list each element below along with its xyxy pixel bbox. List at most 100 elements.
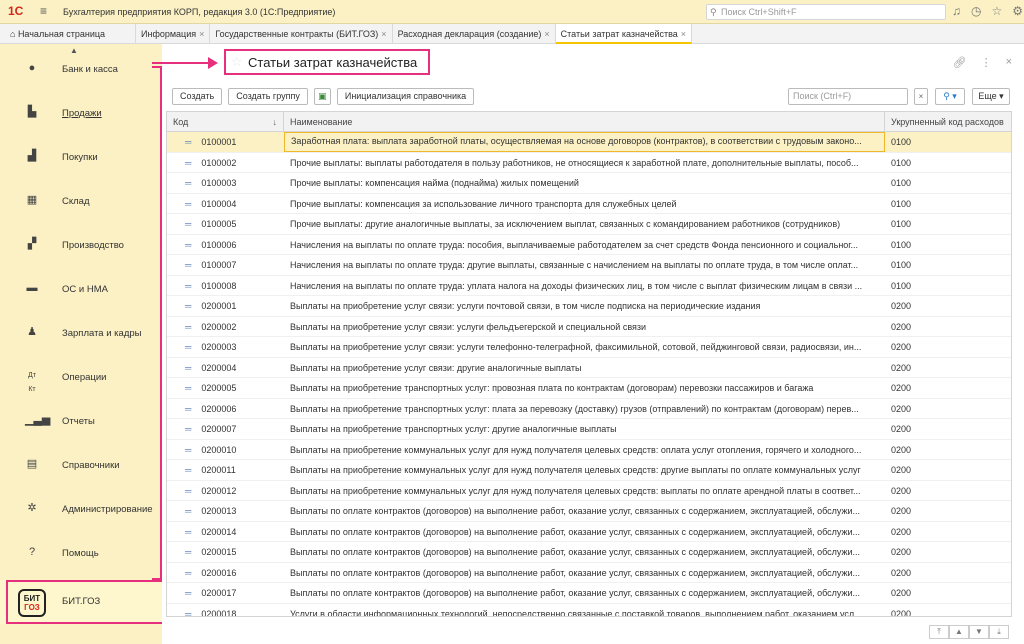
close-icon[interactable]: × bbox=[381, 29, 386, 39]
truck-icon: ▬ bbox=[26, 282, 38, 294]
sidebar-item-purchases[interactable]: ▟ Покупки bbox=[0, 136, 162, 180]
column-header-name[interactable]: Наименование bbox=[284, 112, 885, 131]
more-button[interactable]: Еще ▾ bbox=[972, 88, 1010, 105]
table-row[interactable]: ═ 0100004 Прочие выплаты: компенсация за и… bbox=[167, 194, 1011, 214]
table-row[interactable]: ═ 0200003 Выплаты на приобретение услуг св… bbox=[167, 337, 1011, 358]
more-vertical-icon[interactable]: ⋮ bbox=[981, 56, 992, 69]
app-title: Бухгалтерия предприятия КОРП, редакция 3… bbox=[63, 7, 336, 17]
cell-agg-code: 0200 bbox=[891, 547, 912, 557]
table-row[interactable]: ═ 0200014 Выплаты по оплате контрактов (до… bbox=[167, 522, 1011, 542]
cart-icon: ▟ bbox=[27, 150, 37, 162]
sidebar-item-warehouse[interactable]: ▦ Склад bbox=[0, 180, 162, 224]
tab-information[interactable]: Информация × bbox=[136, 24, 211, 44]
table-row[interactable]: ═ 0100006 Начисления на выплаты по оплате … bbox=[167, 235, 1011, 255]
code-value: 0100008 bbox=[201, 280, 237, 291]
bell-icon[interactable]: ♫ bbox=[952, 4, 961, 18]
create-button[interactable]: Создать bbox=[172, 88, 223, 105]
item-icon: ═ bbox=[185, 403, 192, 414]
close-icon[interactable]: × bbox=[1006, 56, 1012, 69]
cell-name: Прочие выплаты: компенсация за использов… bbox=[290, 198, 677, 209]
bar-chart-icon: ▁▃▅ bbox=[25, 414, 51, 426]
cell-code: ═ 0200004 bbox=[167, 358, 284, 378]
init-directory-button[interactable]: Инициализация справочника bbox=[336, 88, 475, 105]
table-row[interactable]: ═ 0100001 Заработная плата: выплата зарабо… bbox=[167, 132, 1011, 153]
table-row[interactable]: ═ 0100008 Начисления на выплаты по оплате … bbox=[167, 276, 1011, 296]
table-row[interactable]: ═ 0200007 Выплаты на приобретение транспор… bbox=[167, 419, 1011, 440]
sidebar-item-salary[interactable]: ♟ Зарплата и кадры bbox=[0, 312, 162, 356]
search-button[interactable]: ⚲ ▾ bbox=[935, 88, 965, 105]
cell-name: Выплаты на приобретение услуг связи: усл… bbox=[290, 321, 647, 332]
sidebar-item-help[interactable]: ? Помощь bbox=[0, 532, 162, 576]
sidebar-item-reports[interactable]: ▁▃▅ Отчеты bbox=[0, 400, 162, 444]
table-row[interactable]: ═ 0100003 Прочие выплаты: компенсация найм… bbox=[167, 173, 1011, 194]
favorite-star-icon[interactable]: ☆ bbox=[231, 54, 243, 70]
sidebar-item-administration[interactable]: ✲ Администрирование bbox=[0, 488, 162, 532]
sidebar-item-fixed-assets[interactable]: ▬ ОС и НМА bbox=[0, 268, 162, 312]
history-icon[interactable]: ◷ bbox=[971, 4, 981, 18]
table-row[interactable]: ═ 0200015 Выплаты по оплате контрактов (до… bbox=[167, 542, 1011, 563]
tab-label: Статьи затрат казначейства bbox=[560, 29, 678, 39]
1c-logo: 1С bbox=[8, 4, 24, 18]
link-icon[interactable]: 🔗︎ bbox=[953, 56, 967, 69]
cell-agg-code: 0200 bbox=[891, 321, 912, 332]
tab-treasury-cost-items[interactable]: Статьи затрат казначейства × bbox=[555, 24, 693, 44]
table-row[interactable]: ═ 0200013 Выплаты по оплате контрактов (до… bbox=[167, 501, 1011, 522]
clear-search-icon[interactable]: × bbox=[914, 88, 928, 105]
table-row[interactable]: ═ 0200005 Выплаты на приобретение транспор… bbox=[167, 378, 1011, 399]
cell-agg-code: 0100 bbox=[891, 178, 912, 188]
table-row[interactable]: ═ 0200017 Выплаты по оплате контрактов (до… bbox=[167, 583, 1011, 604]
sidebar-item-label: Склад bbox=[62, 196, 90, 207]
hamburger-menu-icon[interactable]: ≡ bbox=[40, 4, 47, 18]
tab-expense-declaration[interactable]: Расходная декларация (создание) × bbox=[393, 24, 556, 44]
item-icon: ═ bbox=[185, 321, 192, 332]
search-input[interactable]: Поиск (Ctrl+F) bbox=[788, 88, 908, 105]
sidebar-item-sales[interactable]: ▙ Продажи bbox=[0, 92, 162, 136]
table-row[interactable]: ═ 0200016 Выплаты по оплате контрактов (до… bbox=[167, 563, 1011, 583]
sidebar-item-label: Отчеты bbox=[62, 416, 95, 427]
cell-name: Услуги в области информационных технолог… bbox=[290, 608, 862, 617]
table-row[interactable]: ═ 0100005 Прочие выплаты: другие аналогичн… bbox=[167, 214, 1011, 235]
close-icon[interactable]: × bbox=[199, 29, 204, 39]
code-value: 0200006 bbox=[201, 403, 237, 414]
table-row[interactable]: ═ 0200012 Выплаты на приобретение коммунал… bbox=[167, 481, 1011, 501]
table-row[interactable]: ═ 0200011 Выплаты на приобретение коммунал… bbox=[167, 460, 1011, 481]
first-page-icon[interactable]: ⤒ bbox=[929, 625, 949, 639]
page-up-icon[interactable]: ▲ bbox=[949, 625, 969, 639]
cell-code: ═ 0100003 bbox=[167, 173, 284, 193]
cell-code: ═ 0200016 bbox=[167, 563, 284, 583]
last-page-icon[interactable]: ⤓ bbox=[989, 625, 1009, 639]
cell-agg-code: 0100 bbox=[891, 219, 912, 229]
table-row[interactable]: ═ 0200010 Выплаты на приобретение коммунал… bbox=[167, 440, 1011, 460]
cell-name: Выплаты по оплате контрактов (договоров)… bbox=[290, 588, 861, 598]
sidebar-item-operations[interactable]: Дт Кт Операции bbox=[0, 356, 162, 400]
sidebar-item-label: Администрирование bbox=[62, 504, 153, 515]
cell-code: ═ 0100004 bbox=[167, 194, 284, 214]
table-row[interactable]: ═ 0200002 Выплаты на приобретение услуг св… bbox=[167, 317, 1011, 337]
tab-home[interactable]: ⌂ Начальная страница bbox=[0, 24, 136, 44]
table-row[interactable]: ═ 0100007 Начисления на выплаты по оплате … bbox=[167, 255, 1011, 276]
table-row[interactable]: ═ 0200001 Выплаты на приобретение услуг св… bbox=[167, 296, 1011, 317]
sidebar-item-directories[interactable]: ▤ Справочники bbox=[0, 444, 162, 488]
code-value: 0100007 bbox=[201, 260, 237, 270]
favorites-star-icon[interactable]: ☆ bbox=[991, 4, 1002, 18]
table-row[interactable]: ═ 0200018 Услуги в области информационных … bbox=[167, 604, 1011, 617]
global-search-input[interactable]: ⚲ Поиск Ctrl+Shift+F bbox=[706, 4, 946, 20]
cell-agg-code: 0200 bbox=[891, 403, 912, 414]
close-icon[interactable]: × bbox=[544, 29, 549, 39]
table-row[interactable]: ═ 0200006 Выплаты на приобретение транспор… bbox=[167, 399, 1011, 419]
cell-name: Начисления на выплаты по оплате труда: д… bbox=[290, 260, 859, 270]
item-icon: ═ bbox=[185, 506, 192, 516]
tab-gov-contracts[interactable]: Государственные контракты (БИТ.ГОЗ) × bbox=[210, 24, 393, 44]
sidebar-item-bank[interactable]: ● Банк и касса bbox=[0, 48, 162, 92]
column-header-agg-code[interactable]: Укрупненный код расходов bbox=[885, 112, 1011, 131]
close-icon[interactable]: × bbox=[681, 29, 686, 39]
table-row[interactable]: ═ 0100002 Прочие выплаты: выплаты работода… bbox=[167, 153, 1011, 173]
sidebar-item-production[interactable]: ▞ Производство bbox=[0, 224, 162, 268]
create-group-button[interactable]: Создать группу bbox=[228, 88, 308, 105]
export-excel-icon[interactable]: ▣ bbox=[313, 88, 331, 105]
table-row[interactable]: ═ 0200004 Выплаты на приобретение услуг св… bbox=[167, 358, 1011, 378]
settings-menu-icon[interactable]: ⚙ bbox=[1012, 4, 1023, 18]
page-down-icon[interactable]: ▼ bbox=[969, 625, 989, 639]
column-header-code[interactable]: Код ↓ bbox=[167, 112, 284, 131]
form-toolbar: Создать Создать группу ▣ Инициализация с… bbox=[172, 88, 475, 106]
